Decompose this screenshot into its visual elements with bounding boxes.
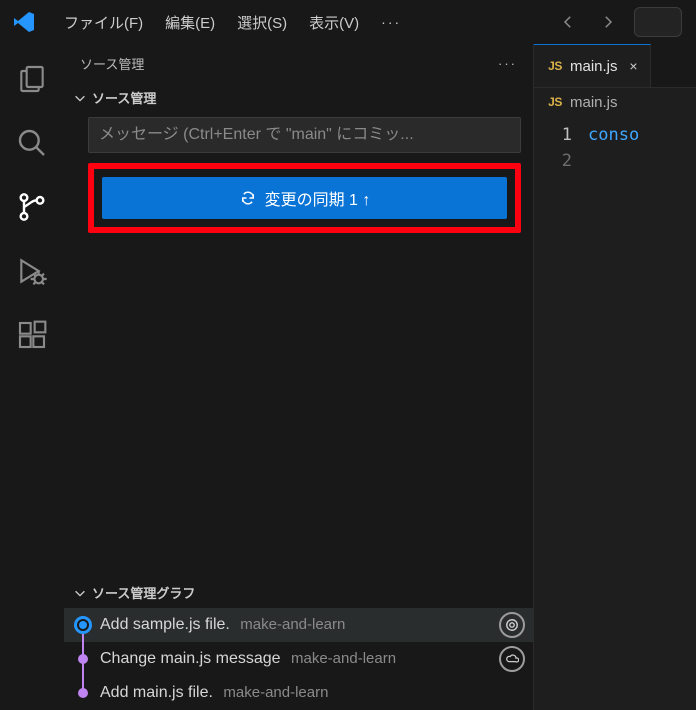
editor-area: JS main.js × JS main.js 1 2 conso — [534, 44, 696, 710]
menu-more[interactable]: ··· — [371, 8, 411, 36]
source-control-icon[interactable] — [11, 186, 53, 228]
commit-row[interactable]: Add main.js file. make-and-learn — [64, 676, 533, 710]
nav-area — [554, 7, 688, 37]
breadcrumb-label: main.js — [570, 94, 618, 111]
sync-icon — [239, 189, 257, 207]
tab-label: main.js — [570, 58, 618, 75]
code-editor[interactable]: 1 2 conso — [534, 116, 696, 710]
command-center-search[interactable] — [634, 7, 682, 37]
commit-row[interactable]: Change main.js message make-and-learn — [64, 642, 533, 676]
graph-node — [68, 676, 98, 710]
commit-row[interactable]: Add sample.js file. make-and-learn — [64, 608, 533, 642]
graph-section-header[interactable]: ソース管理グラフ — [64, 577, 533, 608]
code-token: conso — [588, 125, 639, 145]
commit-author: make-and-learn — [291, 650, 396, 667]
scm-section-title: ソース管理 — [92, 88, 156, 107]
panel-more-icon[interactable]: ··· — [498, 56, 517, 71]
close-tab-icon[interactable]: × — [624, 58, 644, 74]
vscode-logo-icon — [12, 10, 36, 34]
commit-message: Add main.js file. — [100, 684, 213, 701]
search-icon[interactable] — [11, 122, 53, 164]
commit-message: Add sample.js file. — [100, 616, 230, 633]
run-debug-icon[interactable] — [11, 250, 53, 292]
menu-select[interactable]: 選択(S) — [227, 6, 297, 39]
menu-edit[interactable]: 編集(E) — [155, 6, 225, 39]
javascript-file-icon: JS — [546, 57, 564, 75]
menu-bar: ファイル(F) 編集(E) 選択(S) 表示(V) ··· — [54, 6, 411, 39]
tab-main-js[interactable]: JS main.js × — [534, 44, 651, 87]
editor-tabbar: JS main.js × — [534, 44, 696, 88]
source-control-panel: ソース管理 ··· ソース管理 変更の同期 1 ↑ — [64, 44, 534, 710]
commit-author: make-and-learn — [223, 684, 328, 701]
graph-section-title: ソース管理グラフ — [92, 583, 195, 602]
nav-forward-icon[interactable] — [594, 8, 622, 36]
title-bar: ファイル(F) 編集(E) 選択(S) 表示(V) ··· — [0, 0, 696, 44]
nav-back-icon[interactable] — [554, 8, 582, 36]
cloud-icon[interactable] — [499, 646, 525, 672]
commit-graph-list: Add sample.js file. make-and-learn Chang — [64, 608, 533, 710]
chevron-down-icon — [72, 585, 88, 601]
commit-message: Change main.js message — [100, 650, 281, 667]
menu-file[interactable]: ファイル(F) — [54, 6, 153, 39]
line-gutter: 1 2 — [534, 116, 582, 710]
javascript-file-icon: JS — [546, 93, 564, 111]
explorer-icon[interactable] — [11, 58, 53, 100]
commit-message-input[interactable] — [88, 117, 521, 153]
sync-changes-button[interactable]: 変更の同期 1 ↑ — [102, 177, 507, 219]
target-icon[interactable] — [499, 612, 525, 638]
sync-button-label: 変更の同期 1 ↑ — [265, 186, 371, 210]
scm-section-header[interactable]: ソース管理 — [64, 82, 533, 113]
menu-view[interactable]: 表示(V) — [299, 6, 369, 39]
breadcrumb[interactable]: JS main.js — [534, 88, 696, 116]
highlight-annotation: 変更の同期 1 ↑ — [88, 163, 521, 233]
code-content[interactable]: conso — [582, 116, 696, 710]
panel-title: ソース管理 — [80, 54, 144, 73]
activity-bar — [0, 44, 64, 710]
chevron-down-icon — [72, 90, 88, 106]
panel-header: ソース管理 ··· — [64, 44, 533, 82]
commit-author: make-and-learn — [240, 616, 345, 633]
extensions-icon[interactable] — [11, 314, 53, 356]
